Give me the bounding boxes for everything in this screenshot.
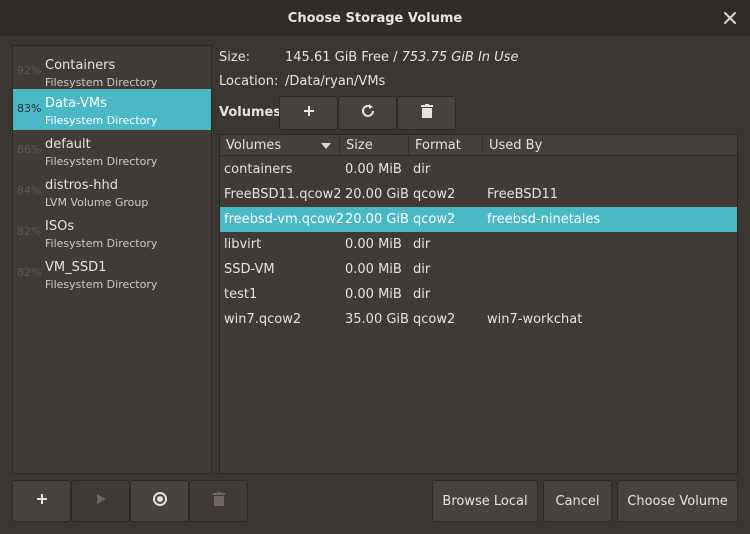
- column-label: Format: [415, 138, 461, 153]
- volume-name: test1: [224, 287, 258, 302]
- volume-format: dir: [413, 262, 431, 277]
- column-header-format[interactable]: Format: [409, 135, 483, 156]
- volume-size: 0.00 MiB: [345, 262, 402, 277]
- table-row[interactable]: containers 0.00 MiB dir: [220, 157, 737, 182]
- pool-type: Filesystem Directory: [45, 237, 158, 250]
- volume-used-by: freebsd-ninetales: [487, 212, 601, 227]
- size-separator: /: [388, 50, 402, 65]
- pool-usage-percent: 84%: [17, 184, 42, 197]
- table-row[interactable]: win7.qcow2 35.00 GiB qcow2 win7-workchat: [220, 307, 737, 332]
- volume-name: libvirt: [224, 237, 262, 252]
- location-label: Location:: [219, 74, 279, 89]
- volume-format: qcow2: [413, 312, 456, 327]
- delete-volume-button[interactable]: [397, 96, 456, 130]
- pool-type: Filesystem Directory: [45, 114, 158, 127]
- pool-name: Containers: [45, 58, 116, 73]
- size-value: 145.61 GiB Free / 753.75 GiB In Use: [285, 50, 518, 65]
- volume-size: 0.00 MiB: [345, 162, 402, 177]
- column-label: Size: [346, 138, 373, 153]
- volume-format: dir: [413, 162, 431, 177]
- plus-icon: [303, 105, 315, 121]
- add-volume-button[interactable]: [279, 96, 338, 130]
- volume-used-by: win7-workchat: [487, 312, 583, 327]
- pool-type: LVM Volume Group: [45, 196, 149, 209]
- cancel-button[interactable]: Cancel: [543, 480, 612, 522]
- pool-item-containers[interactable]: 92% Containers Filesystem Directory: [13, 51, 211, 92]
- location-value: /Data/ryan/VMs: [285, 74, 386, 89]
- pool-usage-percent: 92%: [17, 64, 42, 77]
- volume-size: 20.00 GiB: [345, 187, 409, 202]
- pool-name: default: [45, 137, 91, 152]
- stop-record-icon: [152, 491, 168, 511]
- stop-pool-button[interactable]: [130, 480, 189, 522]
- pool-usage-percent: 82%: [17, 266, 42, 279]
- column-label: Volumes: [226, 138, 282, 153]
- volume-size: 35.00 GiB: [345, 312, 409, 327]
- table-row[interactable]: test1 0.00 MiB dir: [220, 282, 737, 307]
- size-label: Size:: [219, 50, 251, 65]
- pool-item-distros-hhd[interactable]: 84% distros-hhd LVM Volume Group: [13, 171, 211, 212]
- pool-usage-percent: 83%: [17, 102, 42, 115]
- sort-descending-icon: [321, 143, 331, 149]
- volume-format: qcow2: [413, 187, 456, 202]
- table-header: Volumes Size Format Used By: [220, 135, 737, 156]
- pool-name: distros-hhd: [45, 178, 118, 193]
- table-row[interactable]: libvirt 0.00 MiB dir: [220, 232, 737, 257]
- pool-type: Filesystem Directory: [45, 155, 158, 168]
- refresh-volumes-button[interactable]: [338, 96, 397, 130]
- browse-local-button[interactable]: Browse Local: [432, 480, 538, 522]
- volume-name: FreeBSD11.qcow2: [224, 187, 342, 202]
- volume-name: SSD-VM: [224, 262, 275, 277]
- refresh-icon: [360, 103, 376, 123]
- pool-item-data-vms[interactable]: 83% Data-VMs Filesystem Directory: [13, 89, 211, 130]
- window-title: Choose Storage Volume: [287, 10, 463, 26]
- pool-name: ISOs: [45, 219, 75, 234]
- column-header-size[interactable]: Size: [340, 135, 409, 156]
- volume-format: dir: [413, 237, 431, 252]
- close-icon[interactable]: [720, 8, 740, 28]
- volume-name: freebsd-vm.qcow2: [224, 212, 344, 227]
- volumes-table: Volumes Size Format Used By containers 0…: [219, 134, 738, 474]
- volume-size: 0.00 MiB: [345, 287, 402, 302]
- play-icon: [95, 493, 107, 509]
- start-pool-button[interactable]: [71, 480, 130, 522]
- size-free: 145.61 GiB Free: [285, 50, 389, 65]
- size-in-use: 753.75 GiB In Use: [401, 50, 519, 65]
- pool-name: Data-VMs: [45, 96, 107, 111]
- volume-size: 0.00 MiB: [345, 237, 402, 252]
- volume-name: win7.qcow2: [224, 312, 302, 327]
- trash-icon: [212, 492, 226, 510]
- pool-name: VM_SSD1: [45, 260, 107, 275]
- add-pool-button[interactable]: [12, 480, 71, 522]
- titlebar: Choose Storage Volume: [0, 0, 750, 36]
- trash-icon: [420, 104, 434, 122]
- pool-type: Filesystem Directory: [45, 76, 158, 89]
- table-row[interactable]: FreeBSD11.qcow2 20.00 GiB qcow2 FreeBSD1…: [220, 182, 737, 207]
- pool-type: Filesystem Directory: [45, 278, 158, 291]
- volume-name: containers: [224, 162, 293, 177]
- pool-usage-percent: 86%: [17, 143, 42, 156]
- choose-storage-volume-dialog: Choose Storage Volume 92% Containers Fil…: [0, 0, 750, 534]
- column-label: Used By: [489, 138, 543, 153]
- table-row-selected[interactable]: freebsd-vm.qcow2 20.00 GiB qcow2 freebsd…: [220, 207, 737, 232]
- pool-item-vm-ssd1[interactable]: 82% VM_SSD1 Filesystem Directory: [13, 253, 211, 294]
- volume-format: dir: [413, 287, 431, 302]
- pool-item-default[interactable]: 86% default Filesystem Directory: [13, 130, 211, 171]
- volume-size: 20.00 GiB: [345, 212, 409, 227]
- volumes-heading: Volumes: [219, 105, 282, 120]
- column-header-used-by[interactable]: Used By: [483, 135, 737, 156]
- column-header-volumes[interactable]: Volumes: [220, 135, 340, 156]
- delete-pool-button[interactable]: [189, 480, 248, 522]
- pool-usage-percent: 82%: [17, 225, 42, 238]
- pool-item-isos[interactable]: 82% ISOs Filesystem Directory: [13, 212, 211, 253]
- choose-volume-button[interactable]: Choose Volume: [617, 480, 738, 522]
- volume-format: qcow2: [413, 212, 456, 227]
- plus-icon: [36, 493, 48, 509]
- volume-used-by: FreeBSD11: [487, 187, 559, 202]
- table-row[interactable]: SSD-VM 0.00 MiB dir: [220, 257, 737, 282]
- storage-pool-list: 92% Containers Filesystem Directory 83% …: [12, 45, 212, 474]
